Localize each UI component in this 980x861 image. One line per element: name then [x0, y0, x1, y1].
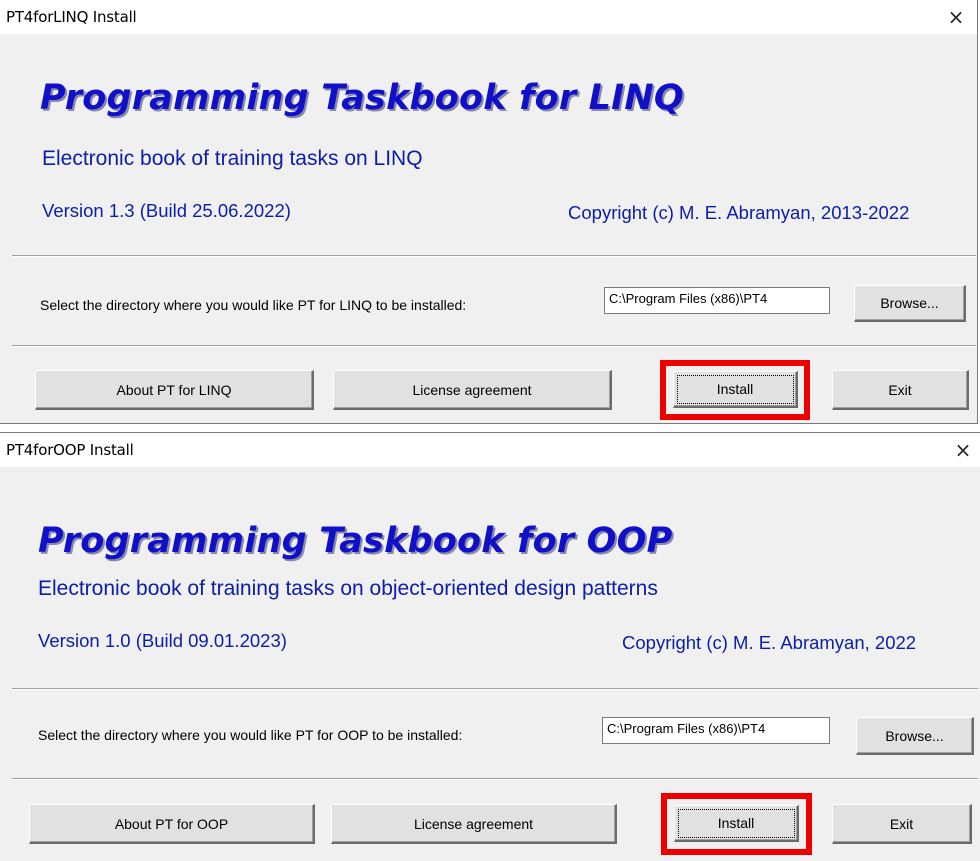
divider	[12, 255, 976, 257]
install-button[interactable]: Install	[674, 805, 799, 842]
version-text: Version 1.0 (Build 09.01.2023)	[38, 630, 287, 651]
product-subtitle: Electronic book of training tasks on obj…	[38, 577, 658, 600]
exit-button[interactable]: Exit	[832, 370, 969, 410]
install-dialog-oop: PT4forOOP Install × Programming Taskbook…	[0, 432, 980, 861]
install-dialog-linq: PT4forLINQ Install × Programming Taskboo…	[0, 0, 978, 424]
version-text: Version 1.3 (Build 25.06.2022)	[42, 200, 291, 221]
directory-label: Select the directory where you would lik…	[38, 727, 463, 743]
license-agreement-button[interactable]: License agreement	[333, 370, 612, 410]
divider	[12, 688, 978, 690]
license-agreement-button[interactable]: License agreement	[331, 804, 617, 844]
product-heading: Programming Taskbook for LINQ	[40, 78, 684, 118]
divider	[12, 778, 978, 780]
title-bar: PT4forOOP Install ×	[0, 433, 980, 467]
about-button[interactable]: About PT for OOP	[29, 804, 315, 844]
install-directory-input[interactable]: C:\Program Files (x86)\PT4	[604, 287, 830, 314]
exit-button[interactable]: Exit	[832, 804, 972, 844]
about-button[interactable]: About PT for LINQ	[35, 370, 314, 410]
divider	[12, 345, 976, 347]
close-icon[interactable]: ×	[939, 0, 973, 34]
product-subtitle: Electronic book of training tasks on LIN…	[42, 147, 423, 170]
title-bar: PT4forLINQ Install ×	[0, 0, 977, 34]
browse-button[interactable]: Browse...	[856, 717, 974, 755]
browse-button[interactable]: Browse...	[854, 285, 966, 322]
close-icon[interactable]: ×	[946, 433, 980, 467]
copyright-text: Copyright (c) M. E. Abramyan, 2022	[622, 632, 917, 653]
install-button[interactable]: Install	[673, 371, 798, 408]
window-title: PT4forLINQ Install	[6, 8, 137, 26]
window-title: PT4forOOP Install	[6, 441, 134, 459]
directory-label: Select the directory where you would lik…	[40, 297, 467, 313]
copyright-text: Copyright (c) M. E. Abramyan, 2013-2022	[568, 202, 910, 223]
product-heading: Programming Taskbook for OOP	[38, 521, 673, 561]
install-directory-input[interactable]: C:\Program Files (x86)\PT4	[602, 717, 830, 744]
